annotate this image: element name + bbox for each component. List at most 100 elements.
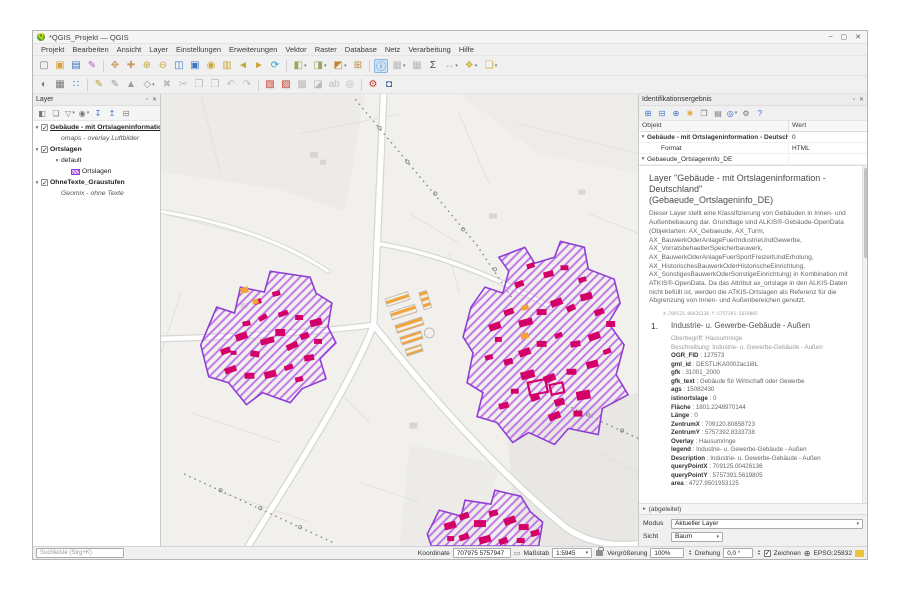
layer-item-ohnetexte-graustufen[interactable]: ▾OhneTexte_Graustufen [33,177,160,188]
close-icon[interactable]: ✕ [855,33,861,41]
project-new-icon[interactable]: ▢ [37,59,51,73]
close-panel-icon[interactable]: ✕ [859,96,864,103]
layer-item-omaps-overlay-luftbilder[interactable]: omaps - overlay Luftbilder [33,133,160,144]
zoom-out-icon[interactable]: ⊖ [156,59,170,73]
vergroesserung-spinner[interactable]: 100% [650,548,684,558]
map-themes-icon[interactable]: ◉▾ [78,107,90,119]
zoom-to-selection-icon[interactable]: ◉ [204,59,218,73]
menu-database[interactable]: Database [341,45,381,54]
open-attribute-table-icon[interactable]: ▦ [53,78,67,92]
menu-erweiterungen[interactable]: Erweiterungen [225,45,281,54]
processing-toolbox-icon[interactable]: ⚙ [366,78,380,92]
massstab-combobox[interactable]: 1:5945▾ [552,548,592,558]
undo-icon[interactable]: ↶ [224,78,238,92]
menu-hilfe[interactable]: Hilfe [455,45,478,54]
datasource-manager-icon[interactable]: ⊞ [351,59,365,73]
delete-selected-icon[interactable]: ✖ [160,78,174,92]
expand-icon[interactable]: ▾ [639,156,647,162]
identify-row[interactable]: FormatHTML [639,143,867,154]
zoom-in-icon[interactable]: ⊕ [140,59,154,73]
select-invert-icon[interactable]: ◪ [311,78,325,92]
osm-tools-icon[interactable]: ◘ [382,78,396,92]
new-geopackage-layer-icon[interactable]: ◧▾ [291,59,309,73]
spinner-arrows-icon[interactable]: ▲▼ [757,550,760,557]
layer-item-geomix-ohne-texte[interactable]: Geomix - ohne Texte [33,188,160,199]
expand-icon[interactable]: ▾ [639,134,647,140]
expand-icon[interactable]: ▾ [33,125,41,131]
identify-mode-icon[interactable]: ◎▾ [726,107,738,119]
collapse-tree-icon[interactable]: ⊟ [656,107,668,119]
add-feature-icon[interactable]: ▲ [124,78,138,92]
labeling-icon[interactable]: ab [327,78,341,92]
modus-combobox[interactable]: Aktueller Layer▾ [671,519,863,529]
copy-feature-icon[interactable]: ❐ [698,107,710,119]
menu-projekt[interactable]: Projekt [37,45,68,54]
add-group-icon[interactable]: ❏ [50,107,62,119]
zeichnen-checkbox[interactable] [764,550,771,557]
menu-raster[interactable]: Raster [311,45,341,54]
select-features-icon[interactable]: ▦▾ [390,59,408,73]
menu-netz[interactable]: Netz [381,45,404,54]
expand-new-results-icon[interactable]: ⊕ [670,107,682,119]
menu-vektor[interactable]: Vektor [281,45,310,54]
map-tips-icon[interactable]: ❖▾ [462,59,480,73]
open-layer-styling-icon[interactable]: ◧ [36,107,48,119]
toggle-editing-icon[interactable]: ✎ [92,78,106,92]
help-icon[interactable]: ? [754,107,766,119]
identify-settings-icon[interactable]: ⚙ [740,107,752,119]
identify-row[interactable]: ▾Gebäude - mit Ortslageninformation - De… [639,132,867,143]
expand-icon[interactable]: ▾ [33,180,41,186]
layer-item-default[interactable]: ▾default [33,155,160,166]
new-virtual-layer-icon[interactable]: ◩▾ [331,59,349,73]
locator-search-input[interactable]: Suchleiste (Strg+K) [36,548,124,558]
python-console-icon[interactable]: ∷ [69,78,83,92]
maximize-icon[interactable]: ▢ [841,33,848,41]
menu-layer[interactable]: Layer [145,45,172,54]
sicht-combobox[interactable]: Baum▾ [671,532,723,542]
menu-bearbeiten[interactable]: Bearbeiten [68,45,112,54]
expand-icon[interactable]: ▾ [33,147,41,153]
vertex-tool-icon[interactable]: ◇▾ [140,78,158,92]
extent-toggle-icon[interactable]: ▭ [514,549,521,557]
layer-item-ortslagen[interactable]: Ortslagen [33,166,160,177]
new-bookmark-icon[interactable]: ❏▾ [482,59,500,73]
expand-all-icon[interactable]: ↧ [92,107,104,119]
float-panel-icon[interactable]: ▫ [853,97,855,103]
layer-item-geb-ude-mit-ortslageninformation-deutschland[interactable]: ▾Gebäude - mit Ortslageninformation - De… [33,122,160,133]
print-response-icon[interactable]: ▤ [712,107,724,119]
project-open-icon[interactable]: ▣ [53,59,67,73]
label-pin-icon[interactable]: ◎ [343,78,357,92]
layer-styling-icon[interactable]: ◐ [37,78,51,92]
cut-features-icon[interactable]: ✂ [176,78,190,92]
zoom-native-icon[interactable]: ◫ [172,59,186,73]
koordinate-input[interactable]: 707975 5757947 [453,548,511,558]
float-panel-icon[interactable]: ▫ [146,97,148,103]
zoom-next-icon[interactable]: ► [252,59,266,73]
epsg-label[interactable]: EPSG:25832 [814,550,853,557]
zoom-to-layer-icon[interactable]: ▥ [220,59,234,73]
menu-einstellungen[interactable]: Einstellungen [172,45,225,54]
identify-features-icon[interactable]: ⓘ [374,59,388,73]
scrollbar[interactable] [862,166,867,503]
select-rectangle-icon[interactable]: ▧ [263,78,277,92]
derived-attributes-row[interactable]: ▸ (abgeleitet) [639,503,867,514]
map-refresh-icon[interactable]: ⟳ [268,59,282,73]
new-shapefile-layer-icon[interactable]: ◨▾ [311,59,329,73]
identify-row[interactable]: ▾Gebaeude_Ortslageninfo_DE [639,154,867,165]
menu-ansicht[interactable]: Ansicht [113,45,146,54]
select-polygon-icon[interactable]: ▨ [279,78,293,92]
style-manager-icon[interactable]: ✎ [85,59,99,73]
drehung-spinner[interactable]: 0,0 ° [723,548,753,558]
expand-icon[interactable]: ▾ [53,158,61,164]
statistics-icon[interactable]: Σ [426,59,440,73]
menu-verarbeitung[interactable]: Verarbeitung [404,45,455,54]
copy-features-icon[interactable]: ❐ [192,78,206,92]
project-save-icon[interactable]: ▤ [69,59,83,73]
zoom-full-icon[interactable]: ▣ [188,59,202,73]
crs-globe-icon[interactable]: ⊕ [804,549,811,558]
collapse-all-icon[interactable]: ↥ [106,107,118,119]
minimize-icon[interactable]: – [829,33,833,41]
deselect-all-icon[interactable]: ▩ [295,78,309,92]
close-panel-icon[interactable]: ✕ [152,96,157,103]
layer-visibility-checkbox[interactable] [41,179,48,186]
